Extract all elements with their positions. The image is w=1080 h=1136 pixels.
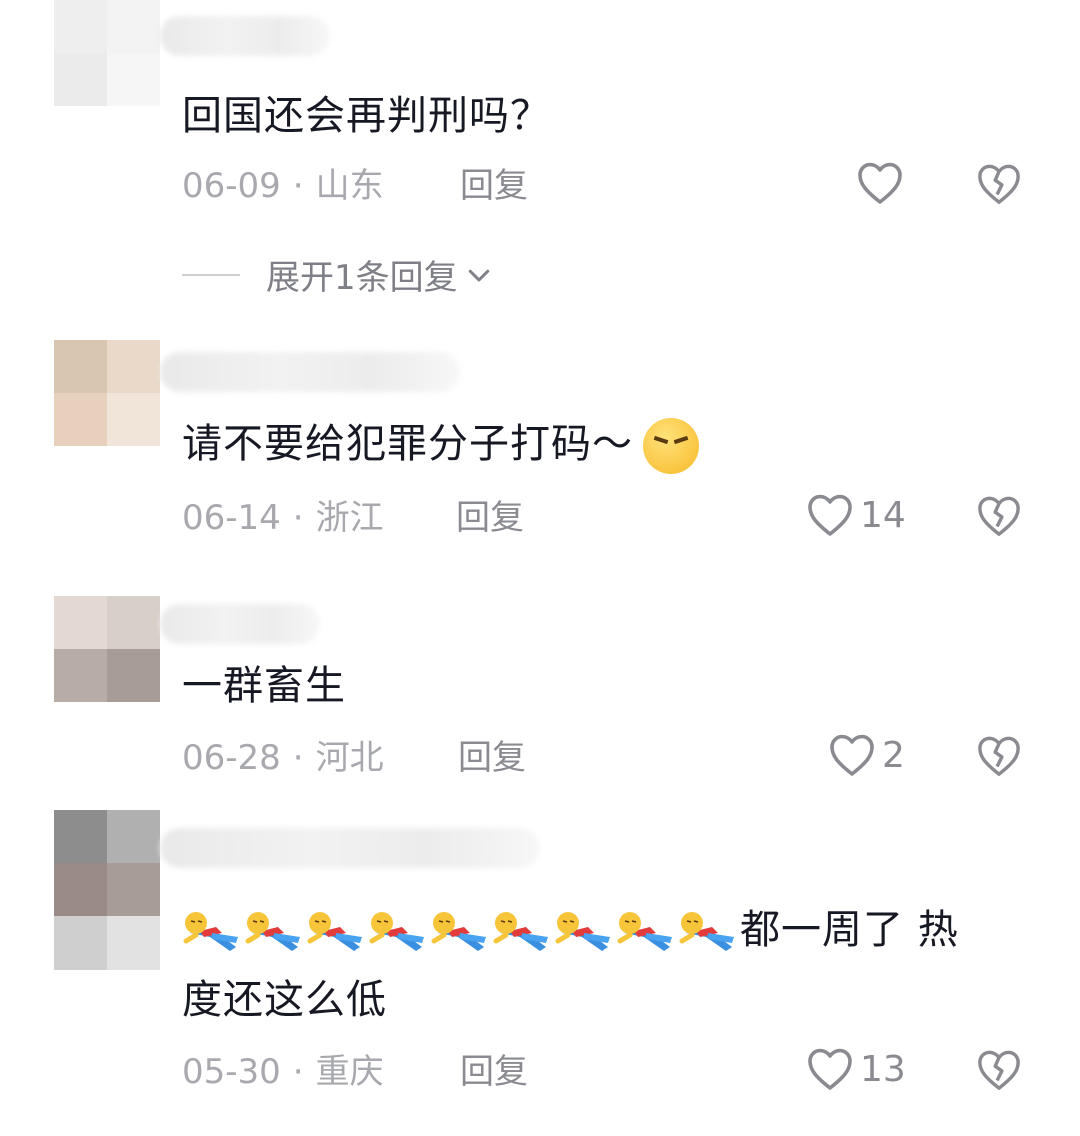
comment-date: 06-14 — [182, 498, 281, 538]
angry-face-emoji-icon — [643, 418, 699, 474]
broken-heart-icon[interactable] — [976, 734, 1022, 778]
comment-text-content: 请不要给犯罪分子打码～ — [182, 421, 633, 467]
comment-meta: 06-28 · 河北 — [182, 738, 384, 778]
comment-location: 山东 — [315, 166, 384, 206]
reply-button[interactable]: 回复 — [460, 166, 528, 206]
heart-outline-icon — [830, 734, 874, 776]
reply-button[interactable]: 回复 — [458, 738, 526, 778]
comment-text-line2: 度还这么低 — [182, 977, 387, 1023]
meta-separator: · — [292, 498, 304, 538]
broken-heart-icon[interactable] — [976, 162, 1022, 206]
comment-text: 回国还会再判刑吗？ — [182, 93, 551, 139]
meta-separator: · — [292, 738, 304, 778]
crawling-emoji-icon — [679, 912, 734, 951]
crawling-emoji-icon — [555, 912, 610, 951]
comment-location: 浙江 — [315, 498, 384, 538]
like-button[interactable]: 2 — [828, 732, 905, 778]
comment-text: 请不要给犯罪分子打码～ — [182, 412, 699, 476]
comment-meta: 06-14 · 浙江 — [182, 498, 384, 538]
comment-item: 请不要给犯罪分子打码～ 06-14 · 浙江 回复 14 — [0, 320, 1080, 590]
chevron-down-icon — [468, 269, 489, 281]
avatar[interactable] — [54, 596, 160, 702]
crawling-emoji-icon — [307, 912, 362, 951]
heart-outline-icon — [808, 1048, 852, 1090]
like-count: 13 — [860, 1048, 906, 1090]
like-button[interactable]: 14 — [806, 492, 906, 538]
like-count: 14 — [860, 494, 906, 536]
comment-text: 都一周了 热 — [182, 898, 959, 962]
username-blurred[interactable] — [160, 828, 540, 868]
divider-line — [182, 273, 240, 276]
crawling-emoji-icon — [369, 912, 424, 951]
heart-outline-icon — [858, 162, 902, 204]
crawling-emoji-row — [182, 907, 740, 953]
crawling-emoji-icon — [617, 912, 672, 951]
avatar[interactable] — [54, 0, 160, 106]
avatar[interactable] — [54, 340, 160, 446]
crawling-emoji-icon — [183, 912, 238, 951]
comment-item: 回国还会再判刑吗？ 06-09 · 山东 回复 展开1条回复 — [0, 0, 1080, 320]
broken-heart-icon[interactable] — [976, 1048, 1022, 1092]
comment-item: 都一周了 热 度还这么低 05-30 · 重庆 回复 13 — [0, 810, 1080, 1136]
comment-location: 河北 — [315, 738, 384, 778]
expand-replies-button[interactable]: 展开1条回复 — [182, 250, 494, 299]
crawling-emoji-icon — [431, 912, 486, 951]
reply-button[interactable]: 回复 — [460, 1052, 528, 1092]
crawling-emoji-icon — [245, 912, 300, 951]
comment-date: 06-28 — [182, 738, 281, 778]
expand-replies-label: 展开1条回复 — [266, 258, 458, 298]
meta-separator: · — [292, 1052, 304, 1092]
like-button[interactable]: 13 — [806, 1046, 906, 1092]
username-blurred[interactable] — [160, 604, 320, 644]
reply-button[interactable]: 回复 — [456, 498, 524, 538]
comment-date: 05-30 — [182, 1052, 281, 1092]
username-blurred[interactable] — [160, 16, 330, 56]
avatar[interactable] — [54, 810, 160, 970]
username-blurred[interactable] — [160, 352, 460, 392]
comment-location: 重庆 — [315, 1052, 384, 1092]
crawling-emoji-icon — [493, 912, 548, 951]
like-count: 2 — [882, 734, 905, 776]
comment-item: 一群畜生 06-28 · 河北 回复 2 — [0, 590, 1080, 810]
comment-text: 一群畜生 — [182, 663, 346, 709]
comment-text-line1: 都一周了 热 — [740, 907, 959, 953]
meta-separator: · — [292, 166, 304, 206]
broken-heart-icon[interactable] — [976, 494, 1022, 538]
like-button[interactable] — [856, 160, 910, 206]
comment-date: 06-09 — [182, 166, 281, 206]
heart-outline-icon — [808, 494, 852, 536]
comment-meta: 05-30 · 重庆 — [182, 1052, 384, 1092]
comment-meta: 06-09 · 山东 — [182, 166, 384, 206]
